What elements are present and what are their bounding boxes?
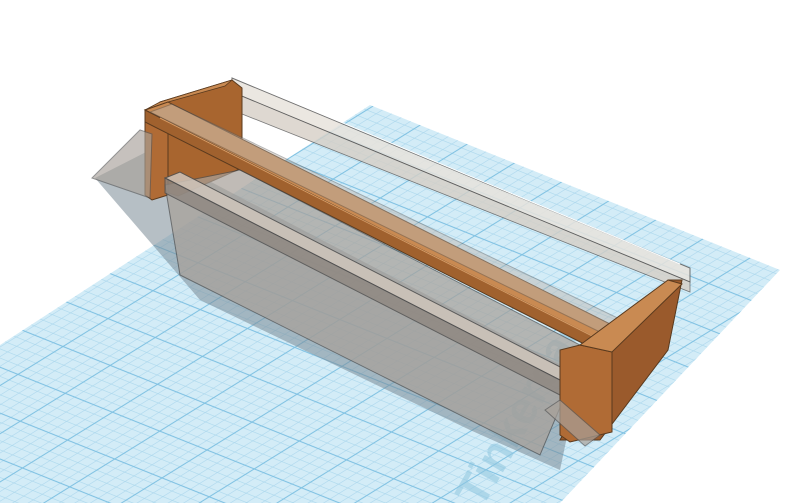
3d-viewport[interactable]: Tinkercad bbox=[0, 0, 800, 503]
left-ghost-plate[interactable] bbox=[91, 129, 153, 199]
scene-canvas[interactable]: Tinkercad bbox=[0, 0, 800, 503]
workplane-major-grid bbox=[0, 105, 780, 503]
workplane[interactable]: Tinkercad bbox=[0, 0, 800, 503]
